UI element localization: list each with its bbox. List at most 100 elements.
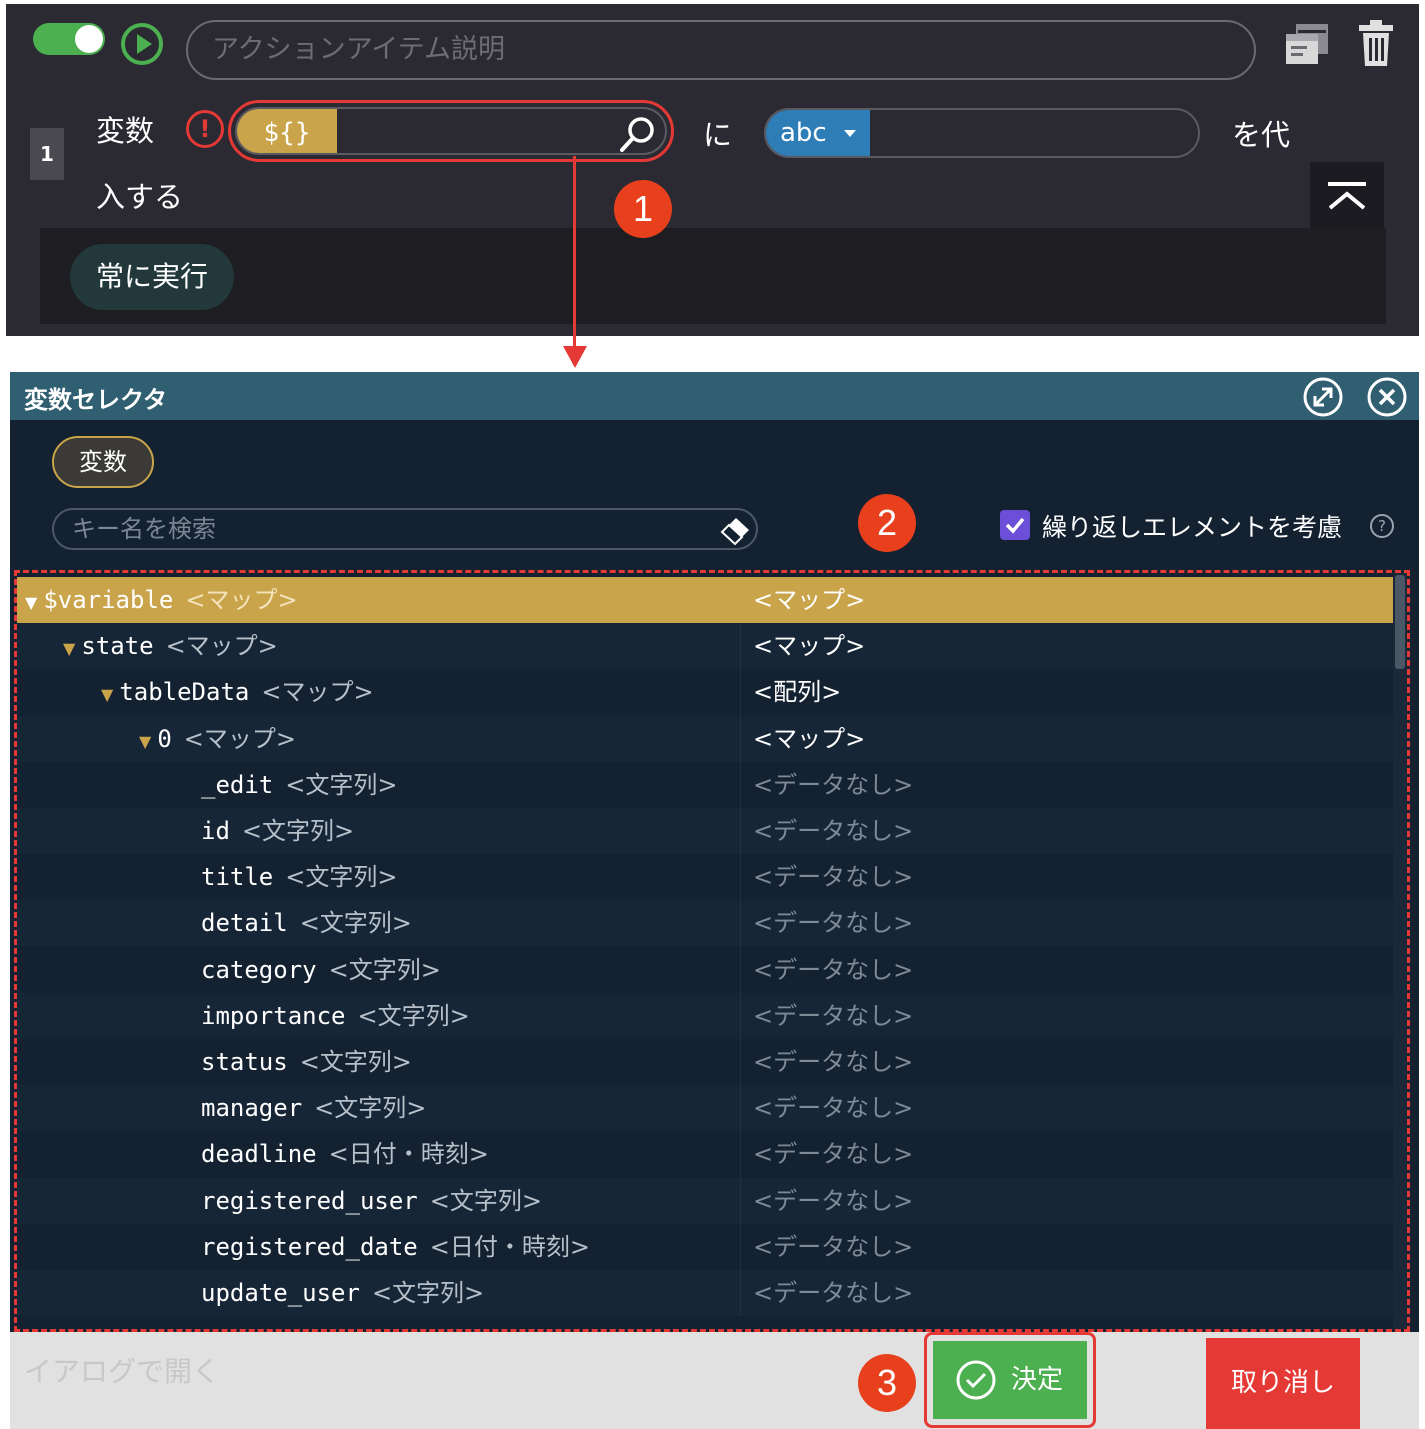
annotation-badge-2: 2 [858,494,916,552]
eraser-icon[interactable] [718,514,752,546]
dialog-footer: イアログで開く 決定 取り消し [10,1332,1419,1429]
tree-key-cell: ▼ tableData <マップ> [17,669,741,716]
tree-row[interactable]: ▼ state <マップ> <マップ> [17,623,1397,670]
tree-type: <文字列> [285,863,398,892]
checkmark-icon [1005,517,1025,534]
tree-row[interactable]: importance <文字列> <データなし> [17,992,1397,1039]
tree-row[interactable]: deadline <日付・時刻> <データなし> [17,1131,1397,1178]
annotation-arrow-head [563,346,587,368]
search-icon[interactable] [617,115,657,155]
value-field[interactable]: abc [764,108,1200,158]
tree-type: <日付・時刻> [328,1140,489,1169]
tree-value: <マップ> [753,632,866,661]
tree-value: <マップ> [753,724,866,753]
tree-row[interactable]: detail <文字列> <データなし> [17,900,1397,947]
close-icon[interactable] [1366,376,1408,418]
tree-key-cell: detail <文字列> [17,900,741,947]
tree-key-cell: update_user <文字列> [17,1270,741,1316]
tree-key-cell: deadline <日付・時刻> [17,1131,741,1178]
tree-type: <マップ> [165,632,278,661]
action-description-input[interactable]: アクションアイテム説明 [186,20,1256,80]
tree-row[interactable]: ▼ tableData <マップ> <配列> [17,669,1397,716]
tree-value: <データなし> [753,1001,914,1030]
trash-icon[interactable] [1356,18,1396,68]
tree-type: <文字列> [371,1279,485,1307]
annotation-badge-3: 3 [858,1354,916,1412]
key-search-input[interactable]: キー名を検索 [52,508,758,550]
tree-type: <マップ> [185,586,298,614]
tree-value: <データなし> [753,863,914,892]
tree-key: registered_user [201,1186,418,1215]
enable-toggle[interactable] [33,23,105,55]
tree-value: <配列> [753,678,842,707]
tree-value: <データなし> [753,1140,914,1169]
ok-label: 決定 [1011,1365,1064,1395]
tree-row[interactable]: id <文字列> <データなし> [17,808,1397,854]
tree-value: <データなし> [753,1186,914,1215]
variable-label: 変数 [96,114,155,148]
tree-row[interactable]: status <文字列> <データなし> [17,1039,1397,1085]
value-type-dropdown[interactable]: abc [766,110,870,156]
tree-type: <日付・時刻> [429,1232,590,1261]
tree-type: <文字列> [299,909,412,938]
tree-key-cell: ▼ 0 <マップ> [17,715,741,762]
scrollbar[interactable] [1393,573,1407,1329]
tree-row[interactable]: update_user <文字列> <データなし> [17,1270,1397,1316]
expand-icon[interactable] [1302,376,1344,418]
tree-key: deadline [201,1140,317,1169]
open-in-dialog-link[interactable]: イアログで開く [24,1350,220,1390]
tree-row[interactable]: category <文字列> <データなし> [17,946,1397,993]
dialog-title: 変数セレクタ [24,386,168,414]
variable-selector-dialog: 変数セレクタ 変数 キー名を検索 繰り返しエレメントを考慮 ? ▼ $variab… [10,372,1419,1429]
variable-field[interactable]: ${} [228,100,674,162]
tree-key: id [201,817,230,845]
tree-key-cell: status <文字列> [17,1039,741,1085]
copy-icon[interactable] [1284,22,1330,66]
cancel-button[interactable]: 取り消し [1206,1338,1360,1429]
help-icon[interactable]: ? [1370,514,1394,538]
annotation-arrow-line [573,156,576,356]
ok-button[interactable]: 決定 [933,1341,1087,1419]
repeat-element-checkbox[interactable] [1000,510,1030,540]
tree-row[interactable]: registered_user <文字列> <データなし> [17,1177,1397,1224]
tree-key: title [201,863,274,892]
tree-row[interactable]: registered_date <日付・時刻> <データなし> [17,1223,1397,1270]
tree-type: <文字列> [314,1094,427,1123]
options-strip [40,228,1386,324]
play-icon[interactable] [120,22,164,66]
expand-triangle-icon[interactable]: ▼ [139,732,151,751]
tree-key-cell: _edit <文字列> [17,761,741,808]
tree-row[interactable]: ▼ 0 <マップ> <マップ> [17,715,1397,762]
tree-key: tableData [119,678,250,707]
tree-type: <文字列> [328,955,441,984]
repeat-element-label[interactable]: 繰り返しエレメントを考慮 [1042,508,1342,544]
check-circle-icon [956,1360,996,1400]
tree-key: detail [201,909,288,938]
tab-variables[interactable]: 変数 [52,436,154,488]
tree-row[interactable]: _edit <文字列> <データなし> [17,761,1397,808]
chevron-down-icon [844,130,856,137]
collapse-button[interactable] [1310,162,1384,232]
tree-row[interactable]: ▼ $variable <マップ> <マップ> [17,577,1397,623]
assign-label-second: 入する [96,180,184,214]
tree-key: update_user [201,1279,360,1307]
tree-value: <マップ> [753,586,866,614]
expand-triangle-icon[interactable]: ▼ [101,685,113,704]
expand-triangle-icon[interactable]: ▼ [63,639,75,658]
annotation-badge-1: 1 [614,180,672,238]
tree-row[interactable]: manager <文字列> <データなし> [17,1085,1397,1132]
ok-button-highlight: 決定 [924,1332,1096,1428]
value-type-label: abc [780,118,827,148]
collapse-up-icon [1328,182,1366,210]
tree-key-cell: ▼ state <マップ> [17,623,741,670]
always-run-button[interactable]: 常に実行 [70,244,234,310]
tree-type: <文字列> [357,1001,470,1030]
expand-triangle-icon[interactable]: ▼ [25,593,37,612]
tree-value: <データなし> [753,1279,914,1307]
tree-key-cell: registered_date <日付・時刻> [17,1223,741,1270]
scrollbar-thumb[interactable] [1395,575,1405,669]
tree-key: manager [201,1094,303,1123]
tree-row[interactable]: title <文字列> <データなし> [17,854,1397,901]
tree-key: $variable [43,586,174,614]
tree-key-cell: registered_user <文字列> [17,1177,741,1224]
